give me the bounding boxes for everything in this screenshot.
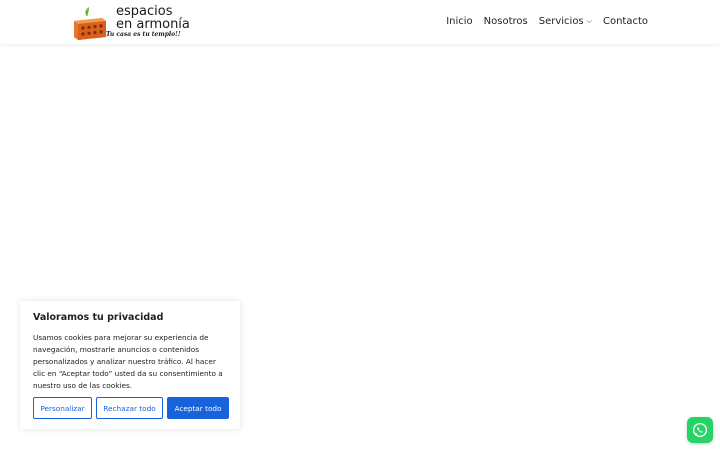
cookie-description: Usamos cookies para mejorar su experienc… <box>33 333 223 390</box>
nav-label: Inicio <box>446 16 473 27</box>
accept-all-button[interactable]: Aceptar todo <box>167 397 229 419</box>
cookie-consent-banner: Valoramos tu privacidad Usamos cookies p… <box>20 301 240 429</box>
cookie-button-row: Personalizar Rechazar todo Aceptar todo <box>33 397 229 419</box>
customize-button[interactable]: Personalizar <box>33 397 92 419</box>
reject-all-button[interactable]: Rechazar todo <box>96 397 163 419</box>
nav-item-nosotros[interactable]: Nosotros <box>484 16 528 27</box>
whatsapp-icon <box>692 422 708 438</box>
site-logo[interactable]: espacios en armonía Tu casa es tu templo… <box>72 5 192 41</box>
site-header: espacios en armonía Tu casa es tu templo… <box>0 0 720 44</box>
chevron-down-icon: ⌵ <box>586 17 592 25</box>
main-nav: Inicio Nosotros Servicios ⌵ Contacto <box>446 16 648 27</box>
logo-slogan: Tu casa es tu templo!! <box>106 31 181 38</box>
whatsapp-chat-button[interactable] <box>687 417 713 443</box>
nav-item-contacto[interactable]: Contacto <box>603 16 648 27</box>
brick-leaf-icon <box>74 7 106 40</box>
nav-item-inicio[interactable]: Inicio <box>446 16 472 27</box>
logo-line-2: en armonía <box>116 17 190 32</box>
nav-item-servicios[interactable]: Servicios ⌵ <box>539 16 592 27</box>
cookie-title: Valoramos tu privacidad <box>33 312 164 323</box>
nav-label: Nosotros <box>483 16 528 27</box>
nav-label: Contacto <box>602 16 648 27</box>
nav-label: Servicios <box>538 16 584 27</box>
